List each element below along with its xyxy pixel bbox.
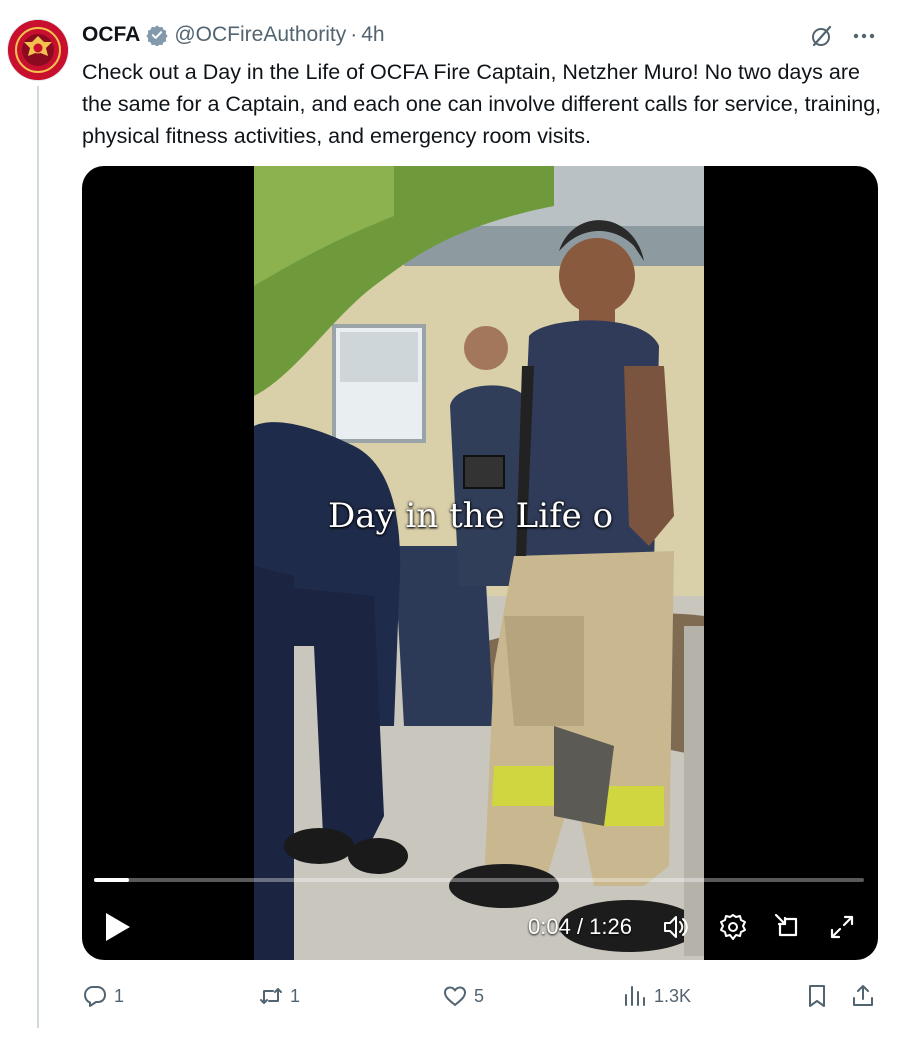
- reply-icon: [84, 986, 106, 1007]
- pip-icon[interactable]: [772, 911, 804, 943]
- video-progress-fill: [94, 878, 129, 882]
- grok-icon[interactable]: [808, 22, 836, 50]
- play-icon[interactable]: [100, 910, 134, 944]
- bookmark-button[interactable]: [804, 980, 830, 1012]
- share-icon: [853, 985, 873, 1006]
- fullscreen-expand-icon[interactable]: [826, 911, 858, 943]
- video-timecode: 0:04 / 1:26: [528, 910, 632, 944]
- reply-button[interactable]: 1: [82, 980, 124, 1012]
- video-player[interactable]: Day in the Life o 0:04 / 1:26: [82, 166, 878, 960]
- separator-dot: ·: [350, 23, 358, 46]
- video-progress-bar[interactable]: [94, 878, 864, 882]
- post-time[interactable]: 4h: [361, 23, 384, 47]
- view-count: 1.3K: [654, 985, 692, 1006]
- tweet-text: Check out a Day in the Life of OCFA Fire…: [82, 60, 882, 148]
- like-button[interactable]: 5: [442, 980, 484, 1012]
- repost-count: 1: [290, 985, 301, 1006]
- verified-badge-icon[interactable]: [146, 24, 168, 46]
- views-button[interactable]: 1.3K: [622, 980, 691, 1012]
- action-bar: 1 1 5 1.3K: [82, 980, 882, 1012]
- share-button[interactable]: [850, 980, 876, 1012]
- video-caption-overlay: Day in the Life o: [328, 496, 614, 536]
- reply-count: 1: [114, 985, 125, 1006]
- volume-icon[interactable]: [660, 911, 692, 943]
- avatar[interactable]: [8, 20, 68, 80]
- more-options-icon[interactable]: [850, 22, 878, 50]
- author-handle[interactable]: @OCFireAuthority: [174, 23, 346, 47]
- like-count: 5: [474, 985, 485, 1006]
- settings-gear-icon[interactable]: [717, 911, 749, 943]
- video-time-total: 1:26: [589, 914, 632, 939]
- heart-icon: [444, 986, 466, 1006]
- repost-icon: [260, 988, 282, 1004]
- analytics-icon: [625, 986, 645, 1006]
- bookmark-icon: [809, 985, 825, 1007]
- video-frame: [254, 166, 704, 960]
- video-time-separator: /: [570, 914, 590, 939]
- video-time-current: 0:04: [528, 914, 571, 939]
- author-name[interactable]: OCFA: [82, 23, 140, 47]
- repost-button[interactable]: 1: [258, 980, 300, 1012]
- ocfa-logo-icon: [8, 20, 68, 80]
- tweet-header: OCFA @OCFireAuthority · 4h: [82, 20, 385, 50]
- thread-line: [37, 86, 39, 1028]
